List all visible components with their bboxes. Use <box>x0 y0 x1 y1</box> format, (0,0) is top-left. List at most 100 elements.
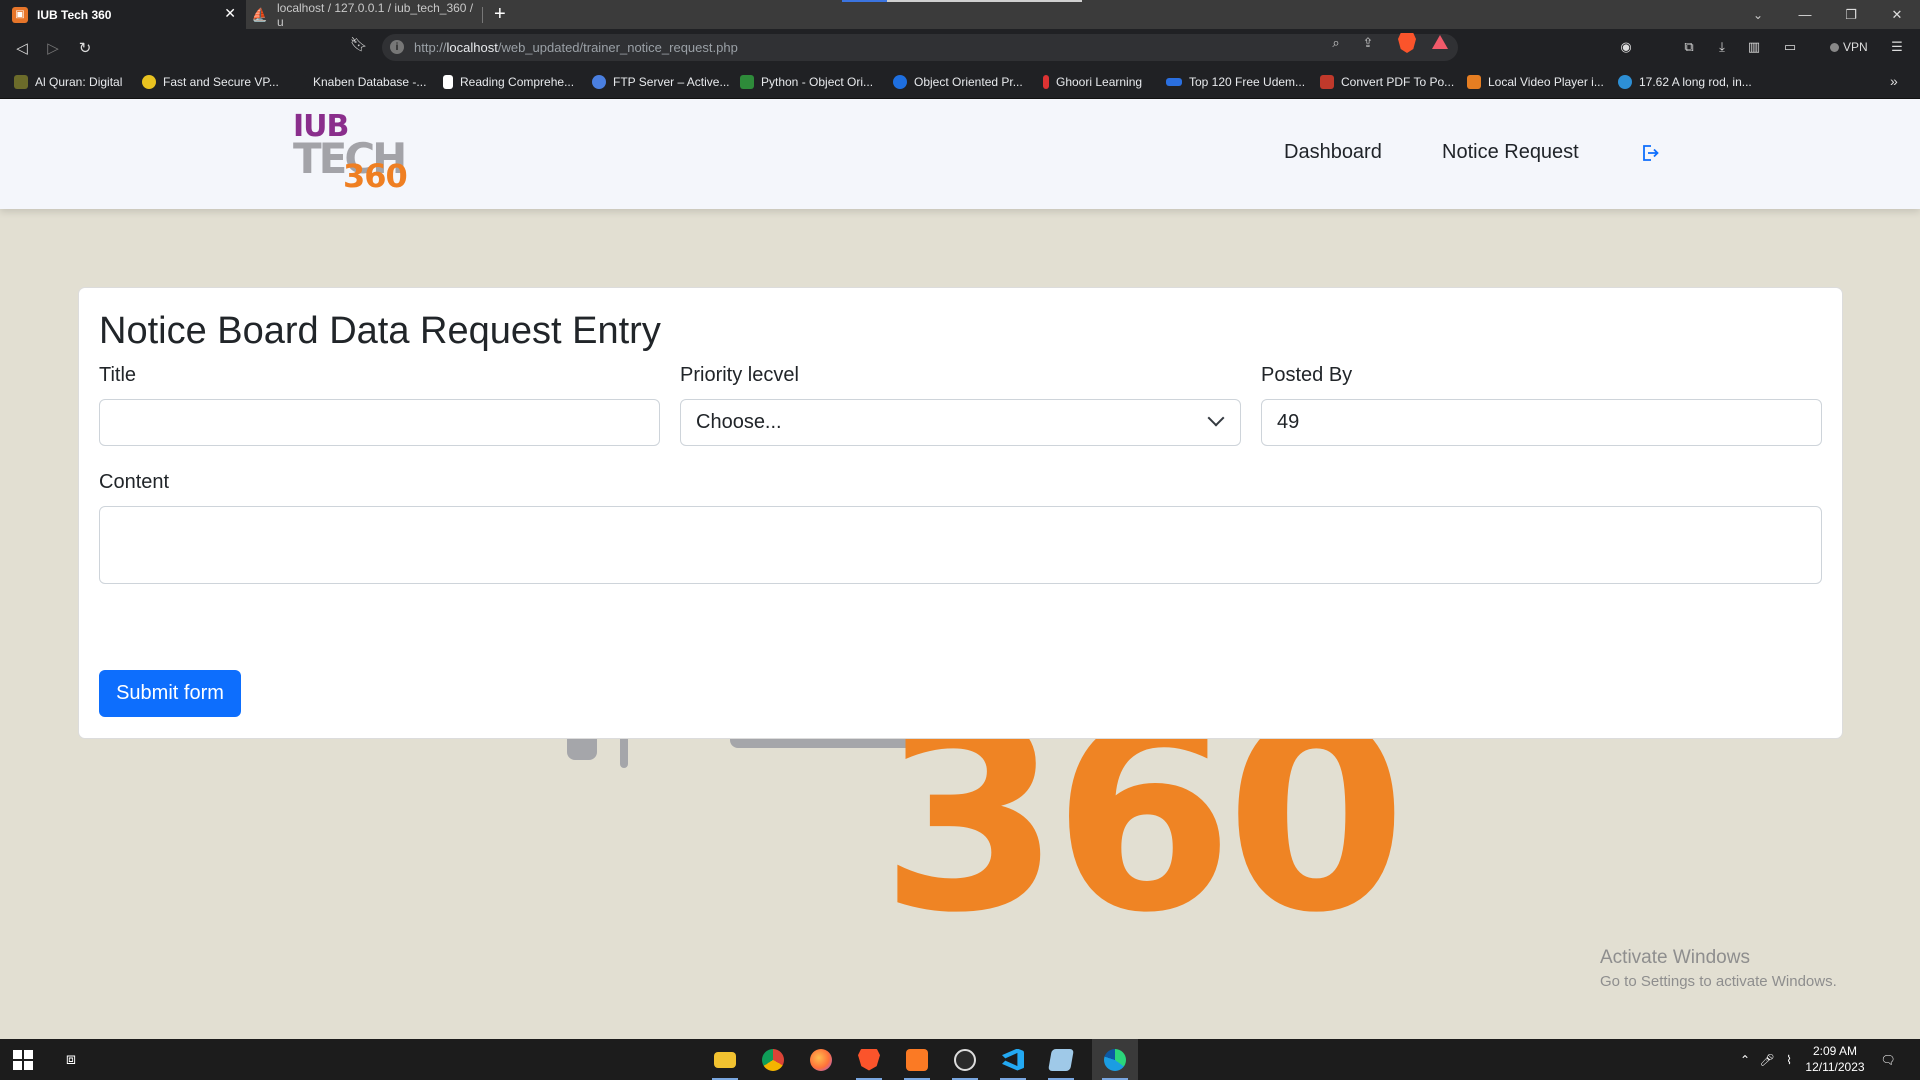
bookmark-item[interactable]: Local Video Player i... <box>1467 66 1604 98</box>
bookmark-favicon-icon <box>14 75 28 89</box>
windows-logo-icon <box>13 1049 33 1070</box>
more-bookmarks-icon[interactable]: » <box>1890 73 1898 89</box>
bookmark-item[interactable]: Knaben Database -... <box>292 66 426 98</box>
chevron-down-icon <box>1207 409 1225 427</box>
brave-browser-icon[interactable] <box>846 1039 892 1080</box>
bookmark-item[interactable]: Convert PDF To Po... <box>1320 66 1454 98</box>
tab-title: localhost / 127.0.0.1 / iub_tech_360 / u <box>277 0 474 29</box>
title-input[interactable] <box>99 399 660 446</box>
browser-tab-bar: ▣ IUB Tech 360 ✕ ⛵ localhost / 127.0.0.1… <box>0 0 1920 29</box>
priority-selected-value: Choose... <box>696 411 782 433</box>
site-info-icon[interactable]: i <box>390 40 404 54</box>
notifications-icon[interactable]: 🗨︎ <box>1876 1039 1900 1080</box>
share-icon[interactable]: ⇪ <box>1358 33 1378 53</box>
activate-windows-watermark: Activate Windows Go to Settings to activ… <box>1600 947 1837 990</box>
bookmarks-bar: Al Quran: Digital Fast and Secure VP... … <box>0 66 1920 99</box>
bookmark-item[interactable]: Top 120 Free Udem... <box>1166 66 1305 98</box>
bookmark-item[interactable]: Python - Object Ori... <box>740 66 873 98</box>
menu-icon[interactable]: ☰ <box>1886 36 1908 58</box>
xampp-icon[interactable] <box>894 1039 940 1080</box>
clock-time: 2:09 AM <box>1812 1044 1858 1058</box>
zoom-icon[interactable]: ⌕ <box>1326 33 1346 53</box>
extension-icon[interactable]: ◉ <box>1615 36 1637 58</box>
tab-separator <box>482 7 483 23</box>
reload-icon[interactable]: ↻ <box>73 36 97 60</box>
wallet-icon[interactable]: ▭ <box>1779 36 1801 58</box>
tab-search-chevron-icon[interactable]: ⌄ <box>1748 0 1768 29</box>
bookmark-item[interactable]: Object Oriented Pr... <box>893 66 1023 98</box>
file-explorer-icon[interactable] <box>702 1039 748 1080</box>
loading-indicator <box>842 0 887 2</box>
activate-windows-subtitle: Go to Settings to activate Windows. <box>1600 973 1837 990</box>
notice-request-card: Notice Board Data Request Entry Title Pr… <box>78 287 1843 739</box>
nav-dashboard-link[interactable]: Dashboard <box>1284 141 1382 164</box>
bookmark-favicon-icon <box>1043 75 1049 89</box>
bookmark-item[interactable]: Ghoori Learning <box>1043 66 1142 98</box>
brave-rewards-icon[interactable] <box>1432 35 1448 49</box>
iub-tech-360-logo[interactable]: IUB TECH 360 <box>293 111 418 193</box>
background-logo-watermark: 360 <box>560 689 1430 1039</box>
bookmark-item[interactable]: FTP Server – Active... <box>592 66 729 98</box>
chrome-icon[interactable] <box>750 1039 796 1080</box>
edge-icon[interactable] <box>1092 1039 1138 1080</box>
submit-form-button[interactable]: Submit form <box>99 670 241 717</box>
bookmark-favicon-icon <box>740 75 754 89</box>
network-icon[interactable]: ⌇ <box>1779 1039 1799 1080</box>
nav-notice-request-link[interactable]: Notice Request <box>1442 141 1579 164</box>
bookmark-favicon-icon <box>893 75 907 89</box>
show-hidden-icons-icon[interactable]: ⌃ <box>1735 1039 1755 1080</box>
site-navbar: IUB TECH 360 Dashboard Notice Request <box>0 99 1920 209</box>
microphone-icon[interactable]: 🎤︎ <box>1757 1039 1777 1080</box>
browser-toolbar: ◁ ▷ ↻ 🔖︎ i http://localhost/web_updated/… <box>0 29 1920 66</box>
address-bar[interactable]: i http://localhost/web_updated/trainer_n… <box>382 34 1458 61</box>
page-viewport: 360 IUB TECH 360 Dashboard Notice Reques… <box>0 99 1920 1039</box>
tab-phpmyadmin[interactable]: ⛵ localhost / 127.0.0.1 / iub_tech_360 /… <box>246 0 483 29</box>
new-tab-icon[interactable]: + <box>494 2 506 26</box>
bookmark-item[interactable]: Al Quran: Digital <box>14 66 122 98</box>
clock-date: 12/11/2023 <box>1805 1060 1865 1074</box>
vscode-icon[interactable] <box>990 1039 1036 1080</box>
bookmark-favicon-icon <box>443 75 453 89</box>
content-label: Content <box>99 471 170 493</box>
bookmark-icon[interactable]: 🔖︎ <box>350 36 368 53</box>
system-clock[interactable]: 2:09 AM 12/11/2023 <box>1800 1043 1870 1075</box>
tab-iub-tech-360[interactable]: ▣ IUB Tech 360 ✕ <box>0 0 246 29</box>
start-button[interactable] <box>0 1039 46 1080</box>
site-favicon-icon: ▣ <box>12 6 28 23</box>
restore-icon[interactable]: ❐ <box>1828 0 1874 29</box>
vpn-status-icon <box>1830 42 1839 52</box>
title-label: Title <box>99 364 137 386</box>
page-title: Notice Board Data Request Entry <box>99 310 661 352</box>
logout-icon[interactable] <box>1640 143 1660 163</box>
bookmark-item[interactable]: 17.62 A long rod, in... <box>1618 66 1752 98</box>
obs-icon[interactable] <box>942 1039 988 1080</box>
bookmark-favicon-icon <box>592 75 606 89</box>
bookmark-favicon-icon <box>1467 75 1481 89</box>
content-textarea[interactable] <box>99 506 1822 584</box>
bookmark-item[interactable]: Fast and Secure VP... <box>142 66 279 98</box>
sidebar-icon[interactable]: ▥ <box>1743 36 1765 58</box>
notepad-icon[interactable] <box>1038 1039 1084 1080</box>
url-text[interactable]: http://localhost/web_updated/trainer_not… <box>414 40 738 55</box>
forward-icon[interactable]: ▷ <box>41 36 65 60</box>
back-icon[interactable]: ◁ <box>10 36 34 60</box>
posted-by-label: Posted By <box>1261 364 1353 386</box>
activate-windows-title: Activate Windows <box>1600 947 1750 968</box>
bookmark-favicon-icon <box>1618 75 1632 89</box>
bookmark-favicon-icon <box>1320 75 1334 89</box>
posted-by-input[interactable] <box>1261 399 1822 446</box>
close-tab-icon[interactable]: ✕ <box>224 5 236 22</box>
bookmark-favicon-icon <box>142 75 156 89</box>
vpn-button[interactable]: VPN <box>1830 36 1868 58</box>
vpn-label: VPN <box>1843 40 1868 54</box>
close-window-icon[interactable]: ✕ <box>1874 0 1920 29</box>
bookmark-item[interactable]: Reading Comprehe... <box>443 66 574 98</box>
windows-taskbar: ⧈ ⌃ 🎤︎ ⌇ 2:09 AM 12/11/2023 🗨︎ <box>0 1039 1920 1080</box>
download-icon[interactable]: ⤓ <box>1711 36 1733 58</box>
puzzle-extensions-icon[interactable]: ⧉ <box>1678 36 1700 58</box>
firefox-icon[interactable] <box>798 1039 844 1080</box>
task-view-icon[interactable]: ⧈ <box>48 1039 94 1080</box>
priority-label: Priority lecvel <box>680 364 799 386</box>
minimize-icon[interactable]: — <box>1782 0 1828 29</box>
priority-select[interactable]: Choose... <box>680 399 1241 446</box>
